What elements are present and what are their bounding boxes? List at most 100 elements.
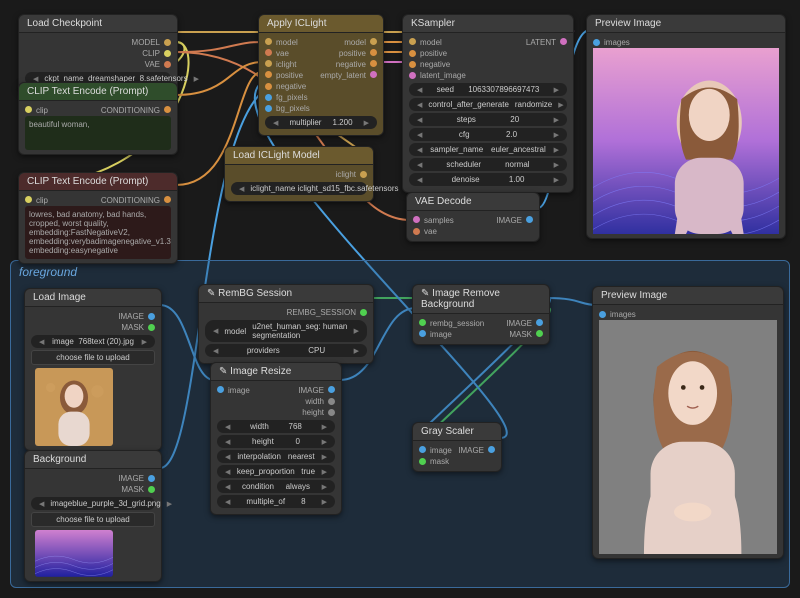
choose-file-button[interactable]: choose file to upload: [31, 350, 155, 365]
port-in[interactable]: [265, 94, 272, 101]
widget-width[interactable]: ◀width768▶: [217, 420, 335, 433]
widget-condition[interactable]: ◀conditionalways▶: [217, 480, 335, 493]
node-header[interactable]: Preview Image: [587, 15, 785, 33]
choose-file-button[interactable]: choose file to upload: [31, 512, 155, 527]
port-in[interactable]: [409, 72, 416, 79]
node-header[interactable]: Load Image: [25, 289, 161, 307]
port-out[interactable]: [526, 216, 533, 223]
node-header[interactable]: CLIP Text Encode (Prompt): [19, 83, 177, 101]
port-vae-out[interactable]: [164, 61, 171, 68]
image-widget[interactable]: ◀imageblue_purple_3d_grid.png▶: [31, 497, 155, 510]
node-header[interactable]: Preview Image: [593, 287, 783, 305]
node-image-remove-background[interactable]: ✎ Image Remove Background rembg_sessionI…: [412, 284, 550, 345]
port-out[interactable]: [328, 386, 335, 393]
multiplier-widget[interactable]: ◀multiplier1.200▶: [265, 116, 377, 129]
port-in[interactable]: [599, 311, 606, 318]
node-clip-text-positive[interactable]: CLIP Text Encode (Prompt) clipCONDITIONI…: [18, 82, 178, 155]
port-in[interactable]: [419, 330, 426, 337]
widget-sampler_name[interactable]: ◀sampler_nameeuler_ancestral▶: [409, 143, 567, 156]
port-clip-in[interactable]: [25, 106, 32, 113]
port-cond-out[interactable]: [164, 196, 171, 203]
port-out[interactable]: [536, 330, 543, 337]
widget-height[interactable]: ◀height0▶: [217, 435, 335, 448]
node-graph-canvas[interactable]: foreground Load Checkpoint MODEL CLIP VA…: [0, 0, 800, 598]
node-rembg-session[interactable]: ✎ RemBG Session REMBG_SESSION ◀modelu2ne…: [198, 284, 374, 364]
node-load-iclight-model[interactable]: Load ICLight Model iclight ◀iclight_name…: [224, 146, 374, 202]
port-out[interactable]: [148, 486, 155, 493]
node-image-resize[interactable]: ✎ Image Resize imageIMAGE width height ◀…: [210, 362, 342, 515]
prompt-textarea[interactable]: beautiful woman,: [25, 116, 171, 150]
port-in[interactable]: [265, 83, 272, 90]
node-apply-iclight[interactable]: Apply ICLight modelmodel vaepositive icl…: [258, 14, 384, 136]
node-load-checkpoint[interactable]: Load Checkpoint MODEL CLIP VAE ◀ckpt_nam…: [18, 14, 178, 92]
port-in[interactable]: [419, 458, 426, 465]
node-header[interactable]: ✎ Image Remove Background: [413, 285, 549, 314]
out-label: CLIP: [142, 49, 160, 58]
widget-steps[interactable]: ◀steps20▶: [409, 113, 567, 126]
port-out[interactable]: [328, 398, 335, 405]
port-out[interactable]: [370, 49, 377, 56]
port-in[interactable]: [409, 50, 416, 57]
node-load-image[interactable]: Load Image IMAGE MASK ◀image 768text (20…: [24, 288, 162, 451]
image-widget[interactable]: ◀image 768text (20).jpg▶: [31, 335, 155, 348]
port-out[interactable]: [328, 409, 335, 416]
port-in[interactable]: [217, 386, 224, 393]
node-background[interactable]: Background IMAGE MASK ◀imageblue_purple_…: [24, 450, 162, 582]
port-out[interactable]: [488, 446, 495, 453]
port-in[interactable]: [413, 216, 420, 223]
widget-keep_proportion[interactable]: ◀keep_proportiontrue▶: [217, 465, 335, 478]
port-in[interactable]: [593, 39, 600, 46]
port-out[interactable]: [370, 60, 377, 67]
widget-control_after_generate[interactable]: ◀control_after_generaterandomize▶: [409, 98, 567, 111]
port-in[interactable]: [413, 228, 420, 235]
port-in[interactable]: [265, 49, 272, 56]
port-in[interactable]: [409, 61, 416, 68]
iclight-name-widget[interactable]: ◀iclight_name iclight_sd15_fbc.safetenso…: [231, 182, 367, 195]
port-model-out[interactable]: [164, 39, 171, 46]
node-header[interactable]: CLIP Text Encode (Prompt): [19, 173, 177, 191]
port-in[interactable]: [265, 60, 272, 67]
widget-model[interactable]: ◀modelu2net_human_seg: human segmentatio…: [205, 320, 367, 342]
port-in[interactable]: [409, 38, 416, 45]
node-header[interactable]: Gray Scaler: [413, 423, 501, 441]
port-out[interactable]: [536, 319, 543, 326]
node-ksampler[interactable]: KSampler modelLATENT positive negative l…: [402, 14, 574, 193]
node-clip-text-negative[interactable]: CLIP Text Encode (Prompt) clipCONDITIONI…: [18, 172, 178, 264]
node-header[interactable]: ✎ Image Resize: [211, 363, 341, 381]
node-header[interactable]: Background: [25, 451, 161, 469]
node-header[interactable]: VAE Decode: [407, 193, 539, 211]
node-preview-image-top[interactable]: Preview Image images: [586, 14, 786, 239]
widget-multiple_of[interactable]: ◀multiple_of8▶: [217, 495, 335, 508]
port-in[interactable]: [419, 446, 426, 453]
node-header[interactable]: ✎ RemBG Session: [199, 285, 373, 303]
port-in[interactable]: [419, 319, 426, 326]
port-out[interactable]: [148, 313, 155, 320]
widget-cfg[interactable]: ◀cfg2.0▶: [409, 128, 567, 141]
port-out[interactable]: [360, 171, 367, 178]
port-out[interactable]: [148, 324, 155, 331]
widget-denoise[interactable]: ◀denoise1.00▶: [409, 173, 567, 186]
node-header[interactable]: KSampler: [403, 15, 573, 33]
port-out[interactable]: [560, 38, 567, 45]
port-out[interactable]: [370, 71, 377, 78]
port-out[interactable]: [370, 38, 377, 45]
node-preview-image-bottom[interactable]: Preview Image images: [592, 286, 784, 559]
node-gray-scaler[interactable]: Gray Scaler imageIMAGE mask: [412, 422, 502, 472]
node-header[interactable]: Load Checkpoint: [19, 15, 177, 33]
port-cond-out[interactable]: [164, 106, 171, 113]
widget-seed[interactable]: ◀seed1063307896697473▶: [409, 83, 567, 96]
port-clip-in[interactable]: [25, 196, 32, 203]
port-in[interactable]: [265, 71, 272, 78]
node-vae-decode[interactable]: VAE Decode samplesIMAGE vae: [406, 192, 540, 242]
widget-providers[interactable]: ◀providersCPU▶: [205, 344, 367, 357]
node-header[interactable]: Load ICLight Model: [225, 147, 373, 165]
port-clip-out[interactable]: [164, 50, 171, 57]
node-header[interactable]: Apply ICLight: [259, 15, 383, 33]
port-in[interactable]: [265, 38, 272, 45]
port-in[interactable]: [265, 105, 272, 112]
port-out[interactable]: [148, 475, 155, 482]
widget-scheduler[interactable]: ◀schedulernormal▶: [409, 158, 567, 171]
prompt-textarea[interactable]: lowres, bad anatomy, bad hands, cropped,…: [25, 206, 171, 259]
widget-interpolation[interactable]: ◀interpolationnearest▶: [217, 450, 335, 463]
port-out[interactable]: [360, 309, 367, 316]
